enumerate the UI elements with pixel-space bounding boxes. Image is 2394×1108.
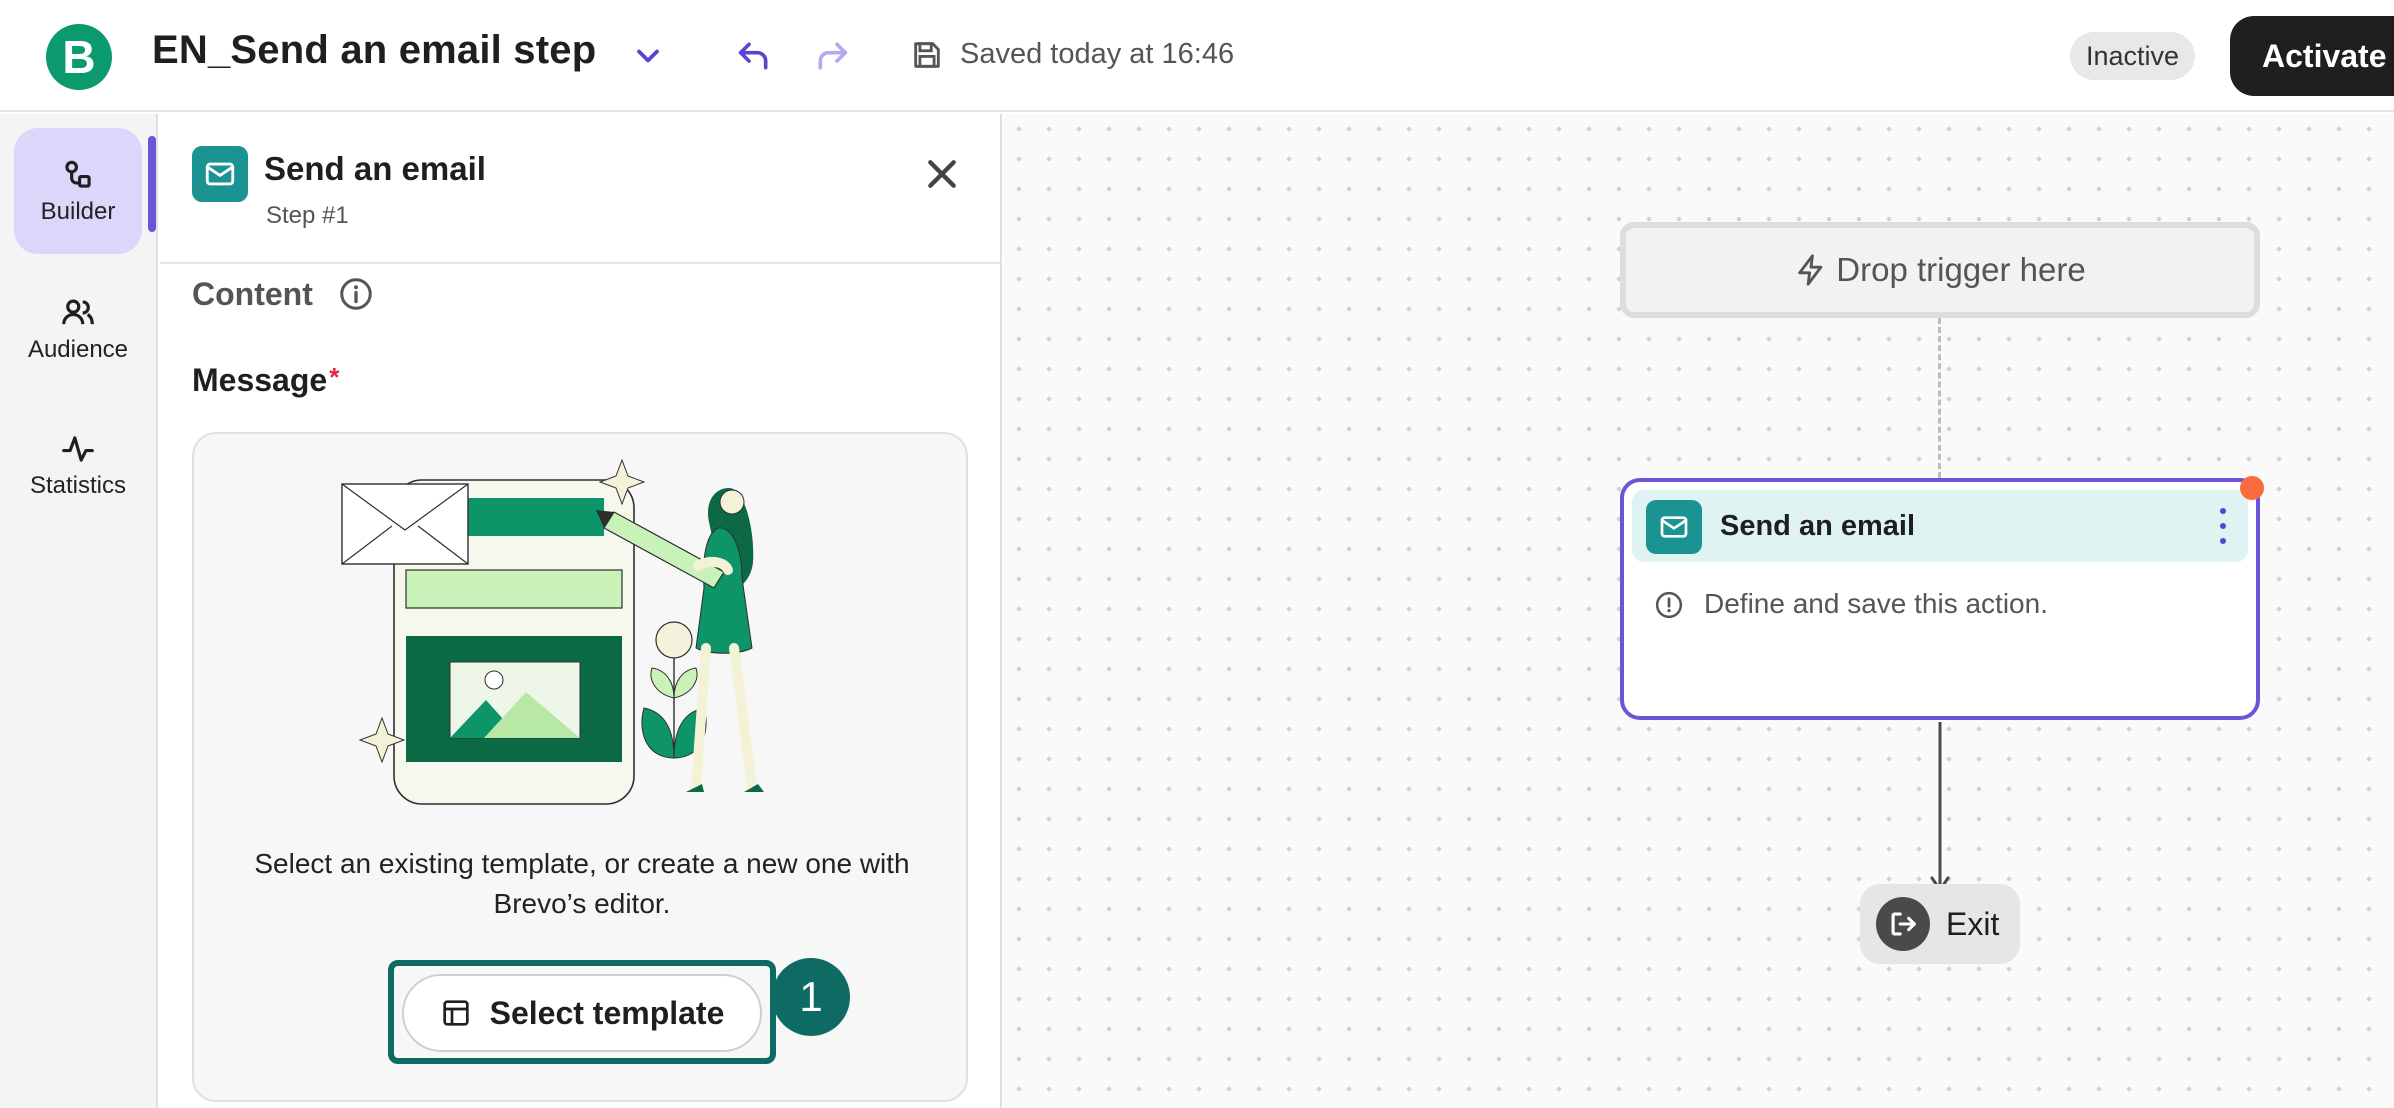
email-action-node[interactable]: Send an email Define and save this actio…: [1620, 478, 2260, 720]
node-message: Define and save this action.: [1704, 588, 2048, 619]
rail-item-audience[interactable]: Audience: [14, 266, 142, 392]
exit-label: Exit: [1946, 905, 2000, 942]
info-icon[interactable]: [338, 276, 374, 312]
audience-icon: [62, 299, 94, 325]
activate-button[interactable]: Activate: [2230, 16, 2394, 96]
node-title: Send an email: [1720, 510, 1916, 542]
more-options-icon[interactable]: [2214, 508, 2232, 544]
chevron-down-icon[interactable]: [630, 38, 666, 74]
redo-icon[interactable]: [812, 36, 852, 76]
rail-label-audience: Audience: [27, 336, 129, 363]
left-rail: Builder Audience Statistics: [0, 114, 158, 1108]
undo-icon[interactable]: [734, 36, 774, 76]
close-icon: [928, 160, 956, 188]
required-mark: *: [329, 362, 340, 392]
template-icon: [442, 1000, 469, 1026]
content-section-title: Content: [192, 276, 313, 312]
message-label: Message*: [192, 362, 340, 398]
step-callout-badge: 1: [772, 958, 850, 1036]
trigger-label: Drop trigger here: [1836, 251, 2086, 288]
save-icon: [914, 42, 940, 68]
save-status-text: Saved today at 16:46: [960, 38, 1235, 70]
select-template-label: Select template: [489, 994, 725, 1031]
step-panel: Send an email Step #1 Content Message* S…: [160, 114, 1002, 1108]
trigger-connector: [1938, 318, 1941, 478]
lightning-icon: [1798, 254, 1823, 286]
workflow-canvas[interactable]: Drop trigger here Send an email Define a…: [1004, 114, 2394, 1108]
panel-subtitle: Step #1: [266, 202, 349, 229]
builder-icon: [65, 160, 91, 188]
statistics-icon: [62, 436, 94, 462]
mail-icon: [1660, 516, 1688, 538]
trigger-dropzone[interactable]: Drop trigger here: [1620, 222, 2260, 318]
rail-label-builder: Builder: [40, 198, 116, 225]
email-step-icon: [192, 146, 248, 202]
exit-node[interactable]: Exit: [1860, 884, 2020, 964]
close-button[interactable]: [918, 150, 966, 198]
template-description: Select an existing template, or create a…: [254, 848, 910, 919]
rail-item-builder[interactable]: Builder: [14, 128, 142, 254]
exit-icon: [1876, 897, 1930, 951]
top-bar: B EN_Send an email step Saved today at 1…: [0, 0, 2394, 112]
email-node-icon: [1646, 500, 1702, 554]
rail-label-statistics: Statistics: [29, 472, 127, 499]
highlight-frame: Select template: [388, 960, 776, 1064]
status-badge: Inactive: [2070, 32, 2196, 80]
brevo-logo[interactable]: B: [46, 24, 112, 90]
panel-header: Send an email Step #1: [160, 114, 1002, 264]
email-template-illustration: [341, 458, 764, 805]
rail-item-statistics[interactable]: Statistics: [14, 402, 142, 528]
workflow-title[interactable]: EN_Send an email step: [152, 28, 596, 73]
unsaved-status-dot: [2240, 476, 2264, 500]
template-card: Select an existing template, or create a…: [192, 432, 968, 1102]
select-template-button[interactable]: Select template: [402, 974, 762, 1052]
warning-icon: [1655, 591, 1683, 619]
mail-icon: [205, 162, 235, 186]
panel-title: Send an email: [264, 150, 486, 187]
node-connector-arrow: [1930, 722, 1950, 892]
active-indicator: [148, 136, 156, 232]
node-header: Send an email: [1632, 490, 2248, 562]
